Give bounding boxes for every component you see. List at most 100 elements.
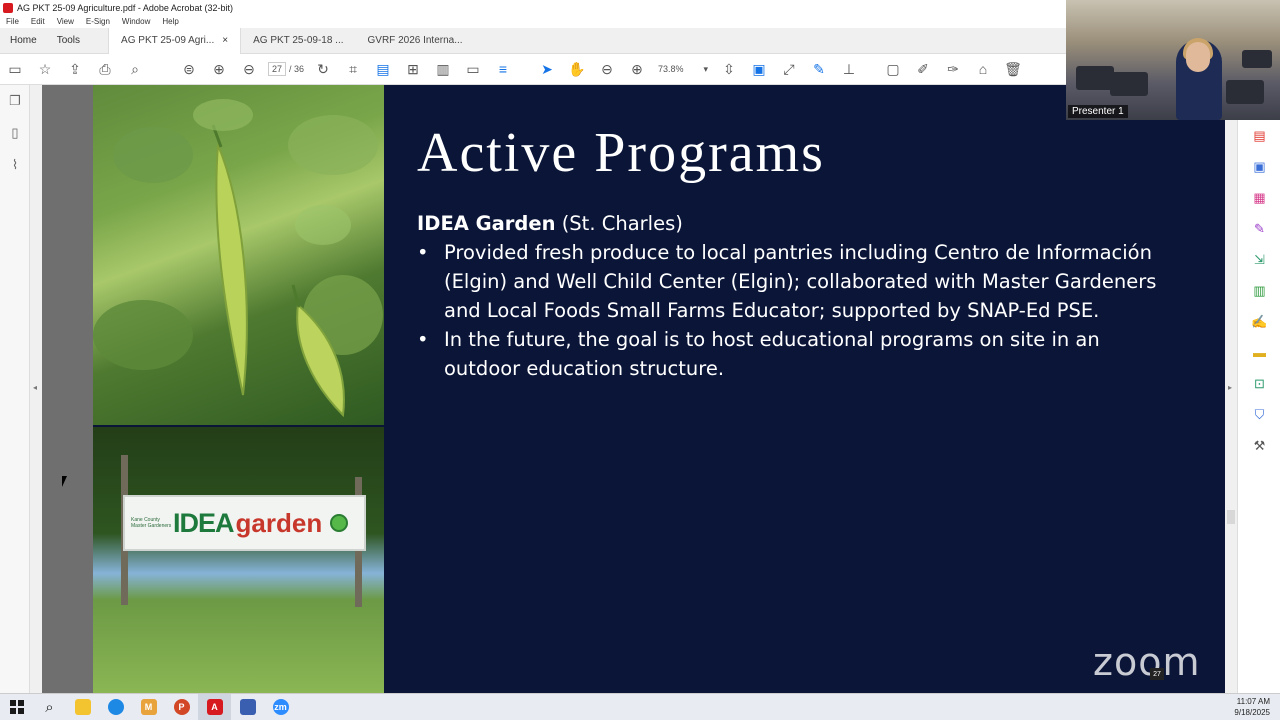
windows-start-icon[interactable] bbox=[0, 694, 33, 720]
edit-pdf-tool-icon[interactable]: ✎ bbox=[1238, 213, 1280, 244]
tag-icon[interactable]: ⌂ bbox=[968, 56, 998, 82]
pea-plants-photo bbox=[93, 85, 384, 425]
more-tools-icon[interactable]: ⚒ bbox=[1238, 430, 1280, 461]
file-explorer-icon[interactable] bbox=[66, 694, 99, 720]
clock-time: 11:07 AM bbox=[1236, 697, 1270, 706]
program-location: (St. Charles) bbox=[555, 212, 683, 235]
protect-tool-icon[interactable]: ⛉ bbox=[1238, 399, 1280, 430]
powerpoint-icon[interactable]: P bbox=[165, 694, 198, 720]
acrobat-window: AG PKT 25-09 Agriculture.pdf - Adobe Acr… bbox=[0, 0, 1280, 720]
audience-seat bbox=[1226, 80, 1264, 104]
program-heading: IDEA Garden (St. Charles) bbox=[417, 209, 1157, 238]
two-page-view-icon[interactable]: ▥ bbox=[428, 56, 458, 82]
document-tab-active[interactable]: AG PKT 25-09 Agri... × bbox=[108, 27, 242, 54]
zoom-out-icon[interactable]: ⊖ bbox=[592, 56, 622, 82]
delete-icon[interactable]: 🗑 bbox=[998, 56, 1028, 82]
scrollbar-thumb[interactable] bbox=[1227, 510, 1235, 524]
mouse-cursor-icon bbox=[62, 476, 67, 487]
menu-edit[interactable]: Edit bbox=[31, 17, 45, 26]
combine-files-tool-icon[interactable]: ▣ bbox=[1238, 151, 1280, 182]
slide-title: Active Programs bbox=[417, 122, 825, 184]
edit-pdf-icon[interactable]: ✎ bbox=[804, 56, 834, 82]
acrobat-taskbar-icon[interactable]: A bbox=[198, 693, 231, 720]
menu-help[interactable]: Help bbox=[162, 17, 178, 26]
bookmarks-icon[interactable]: ▯ bbox=[0, 117, 30, 149]
audience-seat bbox=[1242, 50, 1272, 68]
bookmark-star-icon[interactable]: ☆ bbox=[30, 56, 60, 82]
document-tab-label: GVRF 2026 Interna... bbox=[367, 35, 463, 46]
excel-export-tool-icon[interactable]: ▥ bbox=[1238, 275, 1280, 306]
document-tab[interactable]: AG PKT 25-09-18 ... bbox=[241, 28, 355, 54]
audience-seat bbox=[1110, 72, 1148, 96]
chevron-left-icon[interactable]: ◂ bbox=[33, 383, 37, 392]
present-icon[interactable]: ▭ bbox=[458, 56, 488, 82]
export-pdf-tool-icon[interactable]: ⇲ bbox=[1238, 244, 1280, 275]
slide-body: IDEA Garden (St. Charles) Provided fresh… bbox=[417, 209, 1157, 383]
menu-window[interactable]: Window bbox=[122, 17, 150, 26]
next-page-icon[interactable]: ⊖ bbox=[234, 56, 264, 82]
scan-ocr-tool-icon[interactable]: ⊡ bbox=[1238, 368, 1280, 399]
document-viewport[interactable]: Kane County Master Gardeners IDEA garden… bbox=[42, 85, 1225, 693]
upload-icon[interactable]: ⇪ bbox=[60, 56, 90, 82]
export-pdf-icon[interactable]: ▣ bbox=[744, 56, 774, 82]
home-tab[interactable]: Home bbox=[0, 28, 47, 54]
idea-garden-sign: Kane County Master Gardeners IDEA garden bbox=[123, 495, 366, 551]
document-tab[interactable]: GVRF 2026 Interna... bbox=[356, 28, 475, 54]
print-icon[interactable]: ⎙ bbox=[90, 56, 120, 82]
draw-icon[interactable]: ✑ bbox=[938, 56, 968, 82]
hand-tool-icon[interactable]: ✋ bbox=[562, 56, 592, 82]
zoom-app-icon[interactable]: zm bbox=[264, 694, 297, 720]
create-pdf-icon[interactable]: ▤ bbox=[368, 56, 398, 82]
green-circle-logo-icon bbox=[330, 514, 349, 532]
tools-tab[interactable]: Tools bbox=[47, 28, 90, 54]
bullet-item: Provided fresh produce to local pantries… bbox=[417, 238, 1157, 325]
page-thumbnails-icon[interactable]: ❐ bbox=[0, 85, 30, 117]
page-number-input[interactable]: 27 bbox=[268, 62, 286, 76]
outlook-icon[interactable]: M bbox=[132, 694, 165, 720]
remote-app-icon[interactable] bbox=[231, 694, 264, 720]
right-pane-toggle[interactable]: ▸ bbox=[1225, 85, 1237, 693]
search-icon[interactable]: ⌕ bbox=[120, 56, 150, 82]
organize-pages-tool-icon[interactable]: ▦ bbox=[1238, 182, 1280, 213]
comment-tool-icon[interactable]: ▬ bbox=[1238, 337, 1280, 368]
organize-pages-icon[interactable]: ⊞ bbox=[398, 56, 428, 82]
full-screen-icon[interactable]: ⤢ bbox=[774, 56, 804, 82]
left-pane-toggle[interactable]: ◂ bbox=[30, 85, 42, 693]
chevron-right-icon[interactable]: ▸ bbox=[1228, 383, 1232, 392]
zoom-select[interactable]: 73.8% ▾ bbox=[658, 64, 708, 75]
menu-view[interactable]: View bbox=[57, 17, 74, 26]
select-page-icon[interactable]: ⊜ bbox=[174, 56, 204, 82]
audience-seat bbox=[1076, 66, 1114, 90]
crop-icon[interactable]: ⌗ bbox=[338, 56, 368, 82]
request-signature-tool-icon[interactable]: ✍ bbox=[1238, 306, 1280, 337]
menu-file[interactable]: File bbox=[6, 17, 19, 26]
page-total: / 36 bbox=[289, 64, 305, 74]
close-tab-icon[interactable]: × bbox=[222, 35, 228, 46]
document-tab-label: AG PKT 25-09-18 ... bbox=[253, 35, 344, 46]
clock-date: 9/18/2025 bbox=[1234, 708, 1270, 717]
scroll-mode-icon[interactable]: ≡ bbox=[488, 56, 518, 82]
search-taskbar-icon[interactable]: ⌕ bbox=[33, 694, 66, 720]
comment-icon[interactable]: ▢ bbox=[878, 56, 908, 82]
previous-page-icon[interactable]: ⊕ bbox=[204, 56, 234, 82]
presenter-head bbox=[1186, 42, 1210, 72]
sign-idea-text: IDEA bbox=[173, 507, 235, 538]
system-clock[interactable]: 11:07 AM 9/18/2025 bbox=[1234, 696, 1270, 718]
idea-garden-sign-photo: Kane County Master Gardeners IDEA garden bbox=[93, 427, 384, 693]
presenter-video-tile[interactable]: Presenter 1 bbox=[1066, 0, 1280, 120]
sign-organization-text: Kane County Master Gardeners bbox=[131, 517, 172, 529]
chevron-down-icon: ▾ bbox=[703, 63, 709, 74]
pointer-tool-icon[interactable]: ➤ bbox=[532, 56, 562, 82]
rotate-icon[interactable]: ↻ bbox=[308, 56, 338, 82]
browser-icon[interactable] bbox=[99, 694, 132, 720]
save-icon[interactable]: ▭ bbox=[0, 56, 30, 82]
presenter-name-label: Presenter 1 bbox=[1068, 105, 1128, 118]
highlight-pen-icon[interactable]: ✐ bbox=[908, 56, 938, 82]
stamp-icon[interactable]: ⊥ bbox=[834, 56, 864, 82]
menu-esign[interactable]: E-Sign bbox=[86, 17, 110, 26]
zoom-in-icon[interactable]: ⊕ bbox=[622, 56, 652, 82]
windows-taskbar: ⌕ M P A zm 11:07 AM 9/18/2025 bbox=[0, 693, 1280, 720]
create-pdf-tool-icon[interactable]: ▤ bbox=[1238, 120, 1280, 151]
fit-page-icon[interactable]: ⇳ bbox=[714, 56, 744, 82]
attachments-icon[interactable]: ⌇ bbox=[0, 149, 30, 181]
